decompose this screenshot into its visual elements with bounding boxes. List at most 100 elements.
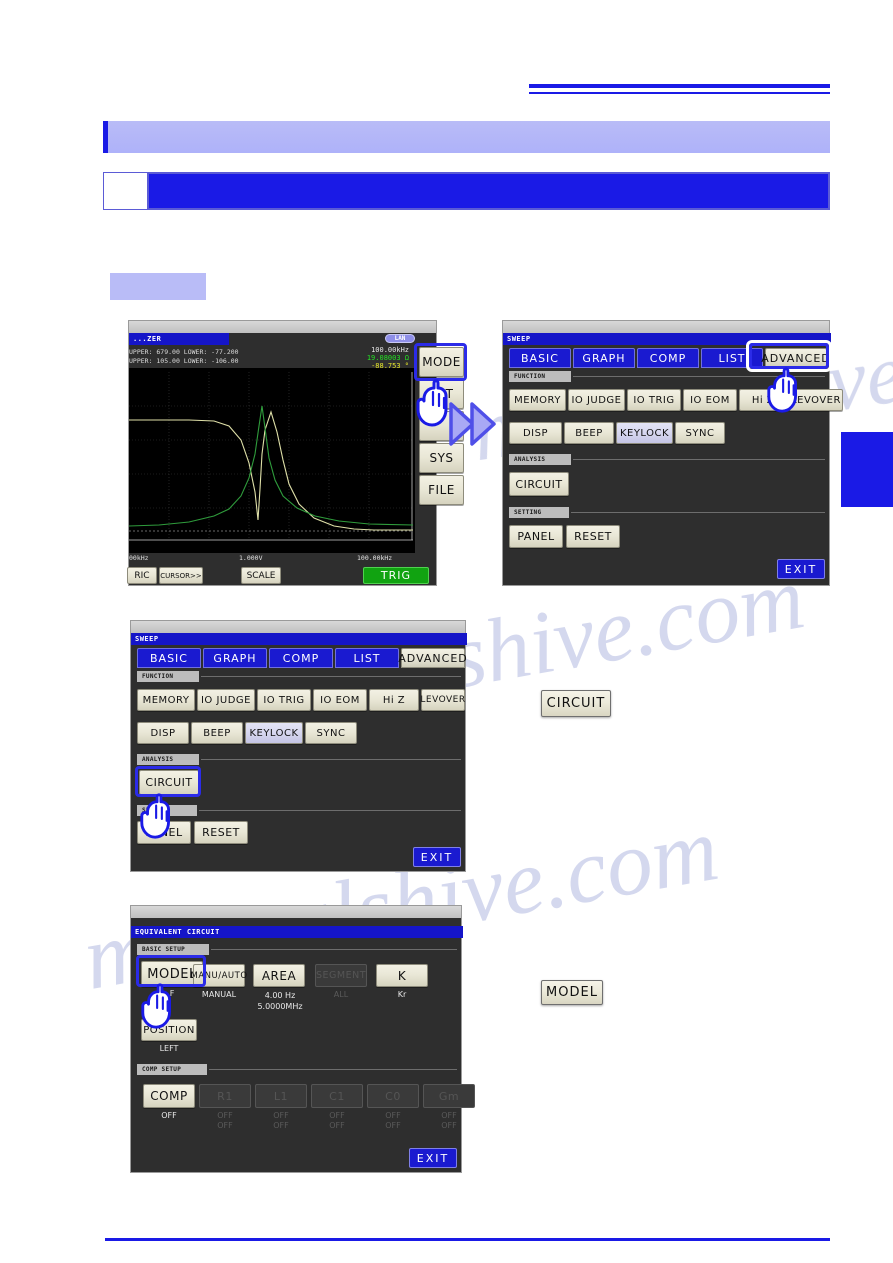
screen1-title: ...ZER <box>129 333 229 345</box>
sweep-advanced-screen-middle: SWEEP BASIC GRAPH COMP LIST ADVANCED FUN… <box>130 620 467 872</box>
function-key-memory-2[interactable]: MEMORY <box>137 689 195 711</box>
comp-value-r1: OFF OFF <box>217 1111 233 1130</box>
function-key-io-eom[interactable]: IO EOM <box>683 389 737 411</box>
chapter-band-title <box>125 128 805 148</box>
lcd-bezel-top-4 <box>131 906 461 918</box>
function-key-io-judge[interactable]: IO JUDGE <box>568 389 625 411</box>
setting-key-panel-2[interactable]: PANEL <box>137 821 191 844</box>
group-tag-analysis-2: ANALYSIS <box>137 754 199 765</box>
lcd-bezel-top-3 <box>131 621 465 633</box>
limit-line-2: UPPER: 105.00 LOWER: -106.00 <box>129 357 239 365</box>
exit-button-3[interactable]: EXIT <box>409 1148 457 1168</box>
comp-key-c0: C0 <box>367 1084 419 1108</box>
function-key-hi-z-2[interactable]: Hi Z <box>369 689 419 711</box>
tab-basic[interactable]: BASIC <box>509 348 571 368</box>
function-key-io-judge-2[interactable]: IO JUDGE <box>197 689 255 711</box>
tab-list[interactable]: LIST <box>701 348 763 368</box>
analysis-key-circuit[interactable]: CIRCUIT <box>509 472 569 496</box>
group-rule-function <box>573 376 825 377</box>
setting-key-panel[interactable]: PANEL <box>509 525 563 548</box>
function-key-beep-2[interactable]: BEEP <box>191 722 243 744</box>
comp-key-l1: L1 <box>255 1084 307 1108</box>
tab-graph-2[interactable]: GRAPH <box>203 648 267 668</box>
setting-key-reset-2[interactable]: RESET <box>194 821 248 844</box>
setting-key-reset[interactable]: RESET <box>566 525 620 548</box>
trig-button[interactable]: TRIG <box>363 567 429 584</box>
screen4-title: EQUIVALENT CIRCUIT <box>131 926 463 938</box>
screen3-title: SWEEP <box>131 633 467 645</box>
group-rule-function-2 <box>201 676 461 677</box>
function-key-sync-2[interactable]: SYNC <box>305 722 357 744</box>
function-key-beep[interactable]: BEEP <box>564 422 614 444</box>
basic-value-k: Kr <box>397 990 407 999</box>
function-key-io-trig[interactable]: IO TRIG <box>627 389 681 411</box>
callout-model-key: MODEL <box>541 980 603 1005</box>
exit-button-2[interactable]: EXIT <box>413 847 461 867</box>
basic-value-segment: ALL <box>333 990 349 999</box>
function-key-levover-2[interactable]: LEVOVER <box>420 689 465 711</box>
function-key-disp[interactable]: DISP <box>509 422 562 444</box>
scale-softkey[interactable]: SCALE <box>241 567 281 584</box>
lcd-bezel-top-2 <box>503 321 829 333</box>
tab-comp-2[interactable]: COMP <box>269 648 333 668</box>
function-key-disp-2[interactable]: DISP <box>137 722 189 744</box>
function-key-sync[interactable]: SYNC <box>675 422 725 444</box>
header-rule-thin <box>529 92 830 94</box>
comp-value-comp: OFF <box>161 1111 177 1120</box>
group-tag-function-2: FUNCTION <box>137 671 199 682</box>
sweep-graph-svg <box>128 368 415 553</box>
page-marker-tab <box>841 432 893 507</box>
tab-basic-2[interactable]: BASIC <box>137 648 201 668</box>
section-title <box>160 181 810 203</box>
graph-axis-center: 1.000V <box>239 554 263 562</box>
tab-comp[interactable]: COMP <box>637 348 699 368</box>
tab-list-2[interactable]: LIST <box>335 648 399 668</box>
limit-line-1: UPPER: 679.00 LOWER: -77.200 <box>129 348 239 356</box>
group-rule-comp-setup <box>209 1069 457 1070</box>
function-key-io-trig-2[interactable]: IO TRIG <box>257 689 311 711</box>
function-key-memory[interactable]: MEMORY <box>509 389 566 411</box>
function-key-hi-z[interactable]: Hi Z <box>739 389 787 411</box>
next-step-arrow-icon <box>449 402 496 446</box>
numeric-softkey[interactable]: RIC <box>127 567 157 584</box>
group-tag-comp-setup: COMP SETUP <box>137 1064 207 1075</box>
function-key-levover[interactable]: LEVOVER <box>789 389 843 411</box>
readout-impedance: 19.08003 Ω <box>366 354 409 362</box>
callout-circuit-key: CIRCUIT <box>541 690 611 717</box>
comp-value-c0: OFF OFF <box>385 1111 401 1130</box>
mode-key[interactable]: MODE <box>419 347 464 377</box>
group-rule-setting-2 <box>199 810 461 811</box>
comp-key-r1: R1 <box>199 1084 251 1108</box>
comp-key-comp[interactable]: COMP <box>143 1084 195 1108</box>
equivalent-circuit-screen: EQUIVALENT CIRCUIT BASIC SETUP MODEL F M… <box>130 905 475 1173</box>
basic-value-position: LEFT <box>159 1044 179 1053</box>
exit-button[interactable]: EXIT <box>777 559 825 579</box>
group-tag-setting-2: SETTING <box>137 805 197 816</box>
group-tag-function: FUNCTION <box>509 371 571 382</box>
tab-advanced[interactable]: ADVANCED <box>761 348 830 368</box>
group-tag-basic-setup: BASIC SETUP <box>137 944 209 955</box>
measurement-readout: 100.00kHz 19.08003 Ω -88.753 ° <box>309 346 409 370</box>
basic-key-manu-auto[interactable]: MANU/AUTO <box>191 964 247 987</box>
comp-value-c1: OFF OFF <box>329 1111 345 1130</box>
file-key[interactable]: FILE <box>419 475 464 505</box>
group-rule-basic-setup <box>211 949 457 950</box>
section-number-box <box>104 173 149 209</box>
basic-key-position[interactable]: POSITION <box>141 1019 197 1041</box>
basic-key-k[interactable]: K <box>376 964 428 987</box>
basic-key-area[interactable]: AREA <box>253 964 305 987</box>
readout-frequency: 100.00kHz <box>371 346 409 354</box>
analysis-key-circuit-2[interactable]: CIRCUIT <box>139 770 199 795</box>
cursor-softkey[interactable]: CURSOR>> <box>159 567 203 584</box>
function-key-keylock-2[interactable]: KEYLOCK <box>245 722 303 744</box>
group-tag-analysis: ANALYSIS <box>509 454 571 465</box>
sweep-graph <box>128 368 415 553</box>
function-key-io-eom-2[interactable]: IO EOM <box>313 689 367 711</box>
basic-key-segment: SEGMENT <box>315 964 367 987</box>
tab-advanced-2[interactable]: ADVANCED <box>398 648 467 668</box>
comp-key-c1: C1 <box>311 1084 363 1108</box>
group-rule-analysis <box>573 459 825 460</box>
tab-graph[interactable]: GRAPH <box>573 348 635 368</box>
group-tag-setting: SETTING <box>509 507 569 518</box>
function-key-keylock[interactable]: KEYLOCK <box>616 422 673 444</box>
